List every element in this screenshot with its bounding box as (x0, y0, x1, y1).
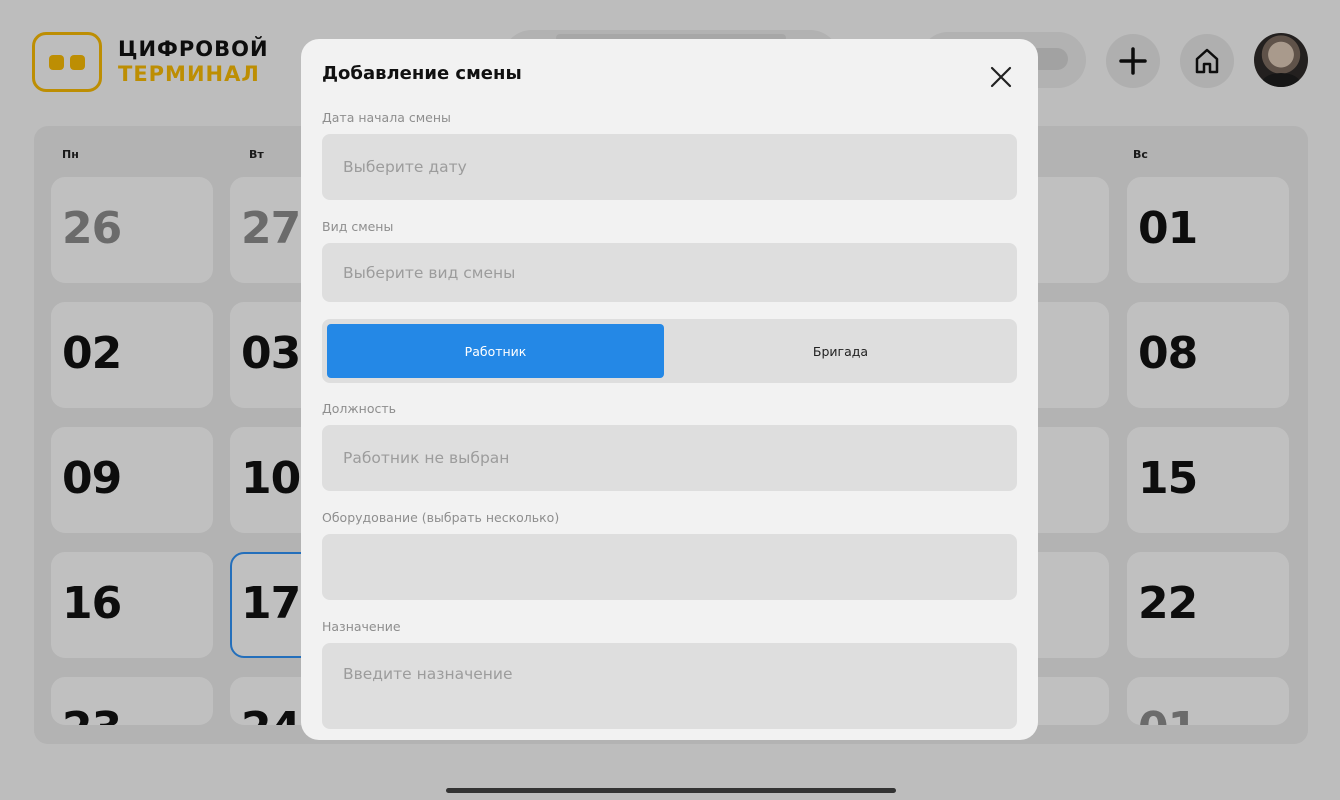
shift-type-select[interactable]: Выберите вид смены (322, 243, 1017, 302)
add-shift-modal: Добавление смены Дата начала смены Выбер… (301, 39, 1038, 740)
assignee-type-toggle: Работник Бригада (322, 319, 1017, 383)
position-label: Должность (322, 401, 397, 416)
equipment-multiselect[interactable] (322, 534, 1017, 600)
shift-type-placeholder: Выберите вид смены (343, 263, 516, 282)
position-placeholder: Работник не выбран (343, 449, 510, 467)
toggle-worker[interactable]: Работник (327, 324, 664, 378)
purpose-textarea[interactable]: Введите назначение (322, 643, 1017, 729)
equipment-label: Оборудование (выбрать несколько) (322, 510, 560, 525)
toggle-brigade[interactable]: Бригада (669, 324, 1012, 378)
start-date-label: Дата начала смены (322, 110, 451, 125)
purpose-placeholder: Введите назначение (343, 665, 513, 683)
position-field[interactable]: Работник не выбран (322, 425, 1017, 491)
close-icon (990, 66, 1012, 88)
shift-type-label: Вид смены (322, 219, 394, 234)
close-button[interactable] (985, 61, 1017, 93)
home-indicator[interactable] (446, 788, 896, 793)
purpose-label: Назначение (322, 619, 401, 634)
start-date-field[interactable]: Выберите дату (322, 134, 1017, 200)
modal-title: Добавление смены (322, 63, 522, 84)
start-date-placeholder: Выберите дату (343, 158, 467, 176)
